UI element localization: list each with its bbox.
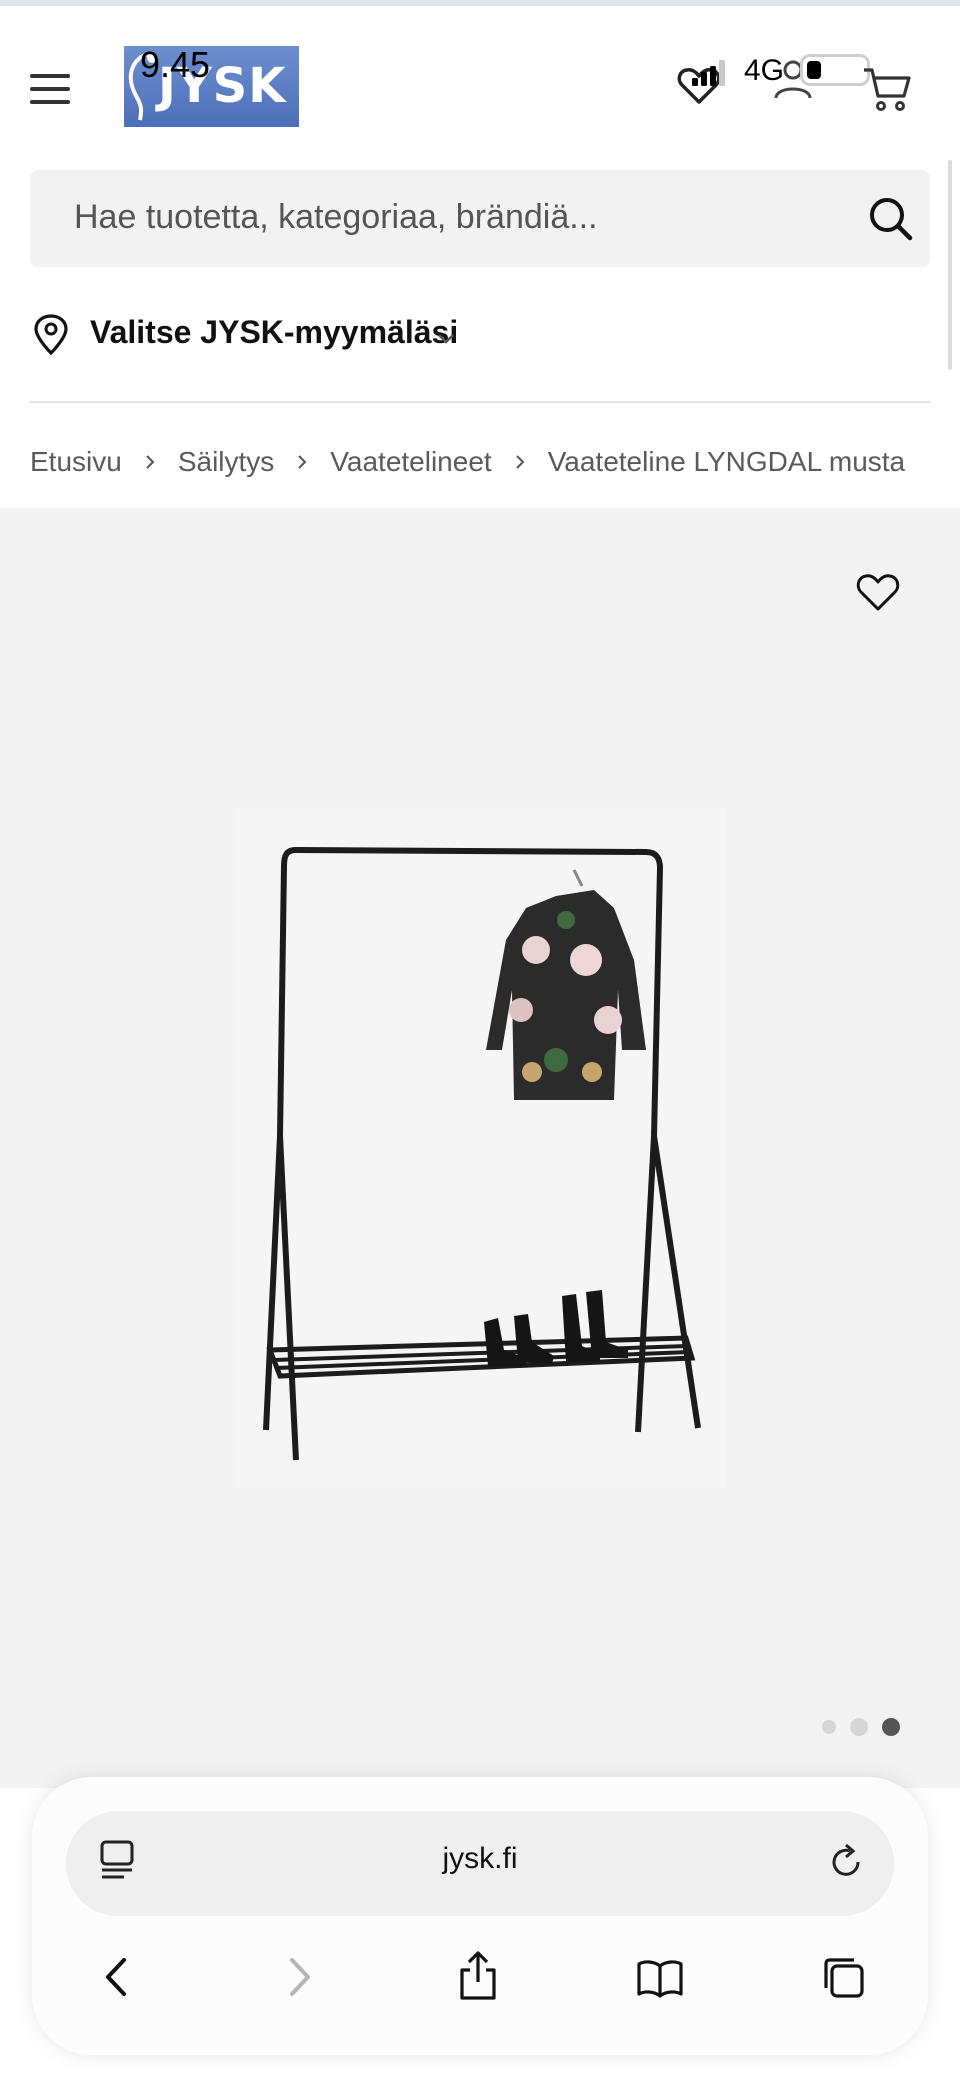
chevron-right-icon: [515, 455, 525, 469]
chevron-right-icon: [146, 455, 155, 469]
location-pin-icon: [34, 314, 68, 356]
battery-level: [807, 61, 821, 79]
back-icon[interactable]: [98, 1954, 134, 2000]
store-selector[interactable]: Valitse JYSK-myymäläsi: [30, 300, 930, 370]
reload-icon[interactable]: [826, 1842, 866, 1882]
share-icon[interactable]: [456, 1950, 500, 2002]
search-bar[interactable]: Hae tuotetta, kategoriaa, brändiä...: [30, 170, 930, 267]
favorite-heart-icon[interactable]: [854, 568, 902, 616]
search-input[interactable]: Hae tuotetta, kategoriaa, brändiä...: [74, 198, 598, 237]
gallery-dot-1[interactable]: [822, 1720, 836, 1734]
url-text[interactable]: jysk.fi: [0, 1842, 960, 1876]
gallery-dot-2[interactable]: [850, 1718, 868, 1736]
forward-icon[interactable]: [282, 1954, 318, 2000]
product-image-clothes-rack[interactable]: [236, 810, 726, 1486]
site-header: JYSK: [0, 6, 960, 166]
battery-icon: [800, 54, 870, 86]
store-selector-label: Valitse JYSK-myymäläsi: [90, 314, 459, 350]
gallery-dot-3-active[interactable]: [882, 1718, 900, 1736]
menu-icon[interactable]: [30, 66, 76, 112]
bookmarks-icon[interactable]: [636, 1956, 684, 2000]
signal-strength-icon: [692, 60, 725, 86]
gallery-pagination: [822, 1718, 900, 1736]
chevron-down-icon: [438, 334, 454, 344]
breadcrumb-item-current: Vaateteline LYNGDAL musta: [547, 446, 906, 477]
page-scrollbar[interactable]: [948, 160, 952, 370]
breadcrumb: Etusivu Säilytys Vaatetelineet Vaateteli…: [30, 440, 905, 484]
tabs-icon[interactable]: [820, 1954, 866, 2000]
header-divider: [30, 401, 930, 403]
cart-icon[interactable]: [862, 64, 912, 114]
search-icon[interactable]: [866, 194, 916, 244]
chevron-right-icon: [298, 455, 307, 469]
page: JYSK 9.45 4G Hae tuotetta, kategoriaa, b…: [0, 0, 960, 2086]
breadcrumb-item-etusivu[interactable]: Etusivu: [30, 446, 122, 478]
status-time: 9.45: [140, 44, 211, 85]
breadcrumb-item-vaatetelineet[interactable]: Vaatetelineet: [330, 446, 491, 478]
breadcrumb-item-sailytys[interactable]: Säilytys: [178, 446, 274, 478]
